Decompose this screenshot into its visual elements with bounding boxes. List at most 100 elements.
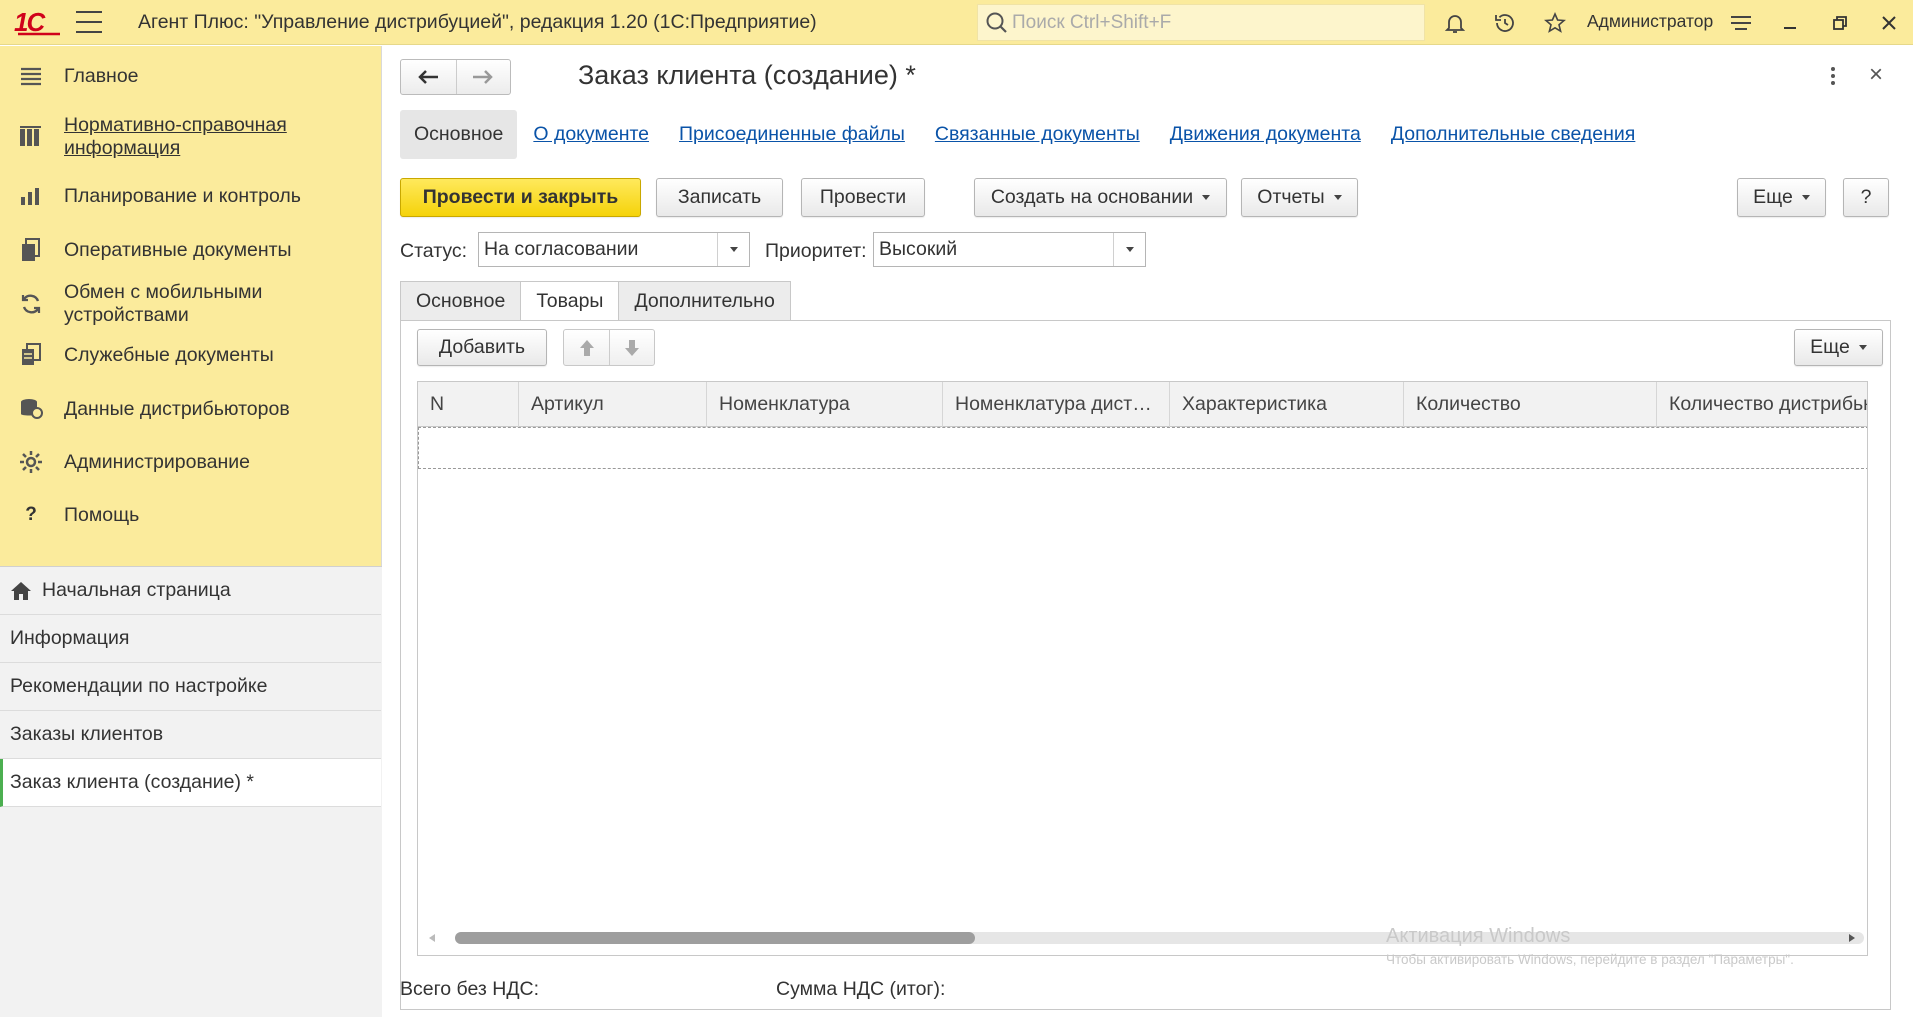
open-window-info[interactable]: Информация bbox=[0, 615, 381, 663]
more-actions-icon[interactable] bbox=[1823, 64, 1843, 88]
open-windows-list: Начальная страница Информация Рекомендац… bbox=[0, 566, 382, 1017]
open-window-customer-order-new[interactable]: Заказ клиента (создание) * bbox=[0, 759, 381, 807]
sidebar-item-service-docs[interactable]: Служебные документы bbox=[0, 335, 382, 375]
bell-icon[interactable] bbox=[1440, 8, 1470, 38]
open-window-home[interactable]: Начальная страница bbox=[0, 567, 381, 615]
form-tabs: Основное Товары Дополнительно bbox=[400, 281, 791, 321]
sidebar-item-label: Администрирование bbox=[64, 450, 250, 473]
section-main[interactable]: Основное bbox=[400, 109, 518, 159]
goods-tab-panel: Добавить Еще N Артикул Номенклатура Номе… bbox=[400, 320, 1891, 1010]
sync-icon bbox=[18, 291, 44, 317]
chevron-down-icon[interactable] bbox=[717, 233, 749, 266]
status-label: Статус: bbox=[400, 240, 468, 262]
document-sections-nav: Основное О документе Присоединенные файл… bbox=[400, 109, 1665, 159]
documents-icon bbox=[18, 237, 44, 263]
sidebar-item-planning[interactable]: Планирование и контроль bbox=[0, 176, 382, 216]
1c-logo-icon[interactable]: 1С bbox=[14, 7, 62, 37]
column-header-distributor-nomenclature[interactable]: Номенклатура дист… bbox=[943, 382, 1170, 427]
column-header-nomenclature[interactable]: Номенклатура bbox=[707, 382, 943, 427]
priority-select[interactable]: Высокий bbox=[873, 232, 1146, 267]
sidebar-item-label: Данные дистрибьюторов bbox=[64, 397, 290, 420]
books-icon bbox=[18, 124, 44, 150]
star-icon[interactable] bbox=[1540, 8, 1570, 38]
history-nav bbox=[400, 59, 511, 95]
user-name[interactable]: Администратор bbox=[1587, 11, 1713, 32]
create-based-on-button[interactable]: Создать на основании bbox=[974, 178, 1227, 217]
close-form-icon[interactable]: × bbox=[1863, 61, 1889, 88]
move-down-icon[interactable] bbox=[609, 330, 654, 365]
priority-label: Приоритет: bbox=[765, 240, 867, 262]
menu-lines-icon bbox=[18, 63, 44, 89]
sidebar-item-administration[interactable]: Администрирование bbox=[0, 442, 382, 482]
sidebar-item-help[interactable]: ? Помощь bbox=[0, 495, 382, 535]
chevron-down-icon[interactable] bbox=[1113, 233, 1145, 266]
search-input[interactable]: Поиск Ctrl+Shift+F bbox=[977, 4, 1425, 41]
section-related-documents[interactable]: Связанные документы bbox=[935, 123, 1140, 146]
create-based-on-label: Создать на основании bbox=[990, 186, 1194, 208]
sidebar-item-reference-info[interactable]: Нормативно-справочная информация bbox=[0, 111, 382, 163]
column-header-characteristic[interactable]: Характеристика bbox=[1170, 382, 1404, 427]
status-select[interactable]: На согласовании bbox=[478, 232, 750, 267]
move-up-icon[interactable] bbox=[564, 330, 609, 365]
sidebar-item-label: Планирование и контроль bbox=[64, 184, 301, 207]
table-more-label: Еще bbox=[1810, 336, 1850, 358]
post-button[interactable]: Провести bbox=[801, 178, 925, 217]
section-document-movements[interactable]: Движения документа bbox=[1170, 123, 1361, 146]
main-menu-icon[interactable] bbox=[76, 11, 102, 33]
column-header-quantity[interactable]: Количество bbox=[1404, 382, 1657, 427]
home-icon bbox=[10, 581, 32, 601]
sidebar-item-label: Служебные документы bbox=[64, 343, 274, 366]
tab-additional[interactable]: Дополнительно bbox=[618, 281, 791, 321]
open-window-label: Рекомендации по настройке bbox=[10, 675, 268, 697]
question-icon: ? bbox=[25, 504, 37, 525]
post-and-close-button[interactable]: Провести и закрыть bbox=[400, 178, 641, 217]
open-window-recommendations[interactable]: Рекомендации по настройке bbox=[0, 663, 381, 711]
priority-value: Высокий bbox=[879, 238, 958, 260]
sidebar-item-mobile-exchange[interactable]: Обмен с мобильными устройствами bbox=[0, 278, 382, 330]
chevron-down-icon bbox=[1858, 345, 1867, 350]
service-docs-icon bbox=[18, 342, 44, 368]
open-window-customer-orders[interactable]: Заказы клиентов bbox=[0, 711, 381, 759]
more-button[interactable]: Еще bbox=[1737, 178, 1826, 217]
minimize-icon[interactable] bbox=[1774, 8, 1806, 38]
tab-main[interactable]: Основное bbox=[400, 281, 522, 321]
document-form: Заказ клиента (создание) * × Основное О … bbox=[383, 46, 1913, 1017]
chevron-down-icon bbox=[1333, 195, 1342, 200]
tab-goods[interactable]: Товары bbox=[520, 281, 620, 321]
sidebar-item-label: Помощь bbox=[64, 503, 140, 526]
reports-button[interactable]: Отчеты bbox=[1241, 178, 1358, 217]
forward-arrow-icon[interactable] bbox=[455, 60, 511, 94]
close-window-icon[interactable] bbox=[1873, 8, 1905, 38]
back-arrow-icon[interactable] bbox=[401, 60, 456, 94]
scrollbar-thumb[interactable] bbox=[455, 932, 975, 944]
sidebar-item-operational-docs[interactable]: Оперативные документы bbox=[0, 230, 382, 270]
restore-icon[interactable] bbox=[1824, 8, 1856, 38]
column-header-distributor-quantity[interactable]: Количество дистрибьютора bbox=[1657, 382, 1867, 427]
sidebar-item-label: Оперативные документы bbox=[64, 238, 292, 261]
sidebar-item-label: Нормативно-справочная информация bbox=[64, 114, 287, 159]
table-more-button[interactable]: Еще bbox=[1794, 329, 1883, 366]
sidebar-item-main[interactable]: Главное bbox=[0, 56, 382, 96]
section-additional-info[interactable]: Дополнительные сведения bbox=[1391, 123, 1636, 146]
scroll-left-icon[interactable] bbox=[424, 930, 440, 946]
sidebar-item-distributor-data[interactable]: Данные дистрибьюторов bbox=[0, 389, 382, 429]
column-header-article[interactable]: Артикул bbox=[519, 382, 707, 427]
app-title: Агент Плюс: "Управление дистрибуцией", р… bbox=[138, 10, 817, 33]
section-about-document[interactable]: О документе bbox=[533, 123, 649, 146]
settings-lines-icon[interactable] bbox=[1725, 8, 1757, 38]
row-move-buttons bbox=[563, 329, 655, 366]
column-header-n[interactable]: N bbox=[418, 382, 519, 427]
save-button[interactable]: Записать bbox=[656, 178, 783, 217]
search-placeholder: Поиск Ctrl+Shift+F bbox=[1012, 11, 1172, 33]
page-title: Заказ клиента (создание) * bbox=[578, 60, 916, 90]
table-row[interactable] bbox=[418, 427, 1867, 469]
section-attached-files[interactable]: Присоединенные файлы bbox=[679, 123, 905, 146]
scroll-right-icon[interactable] bbox=[1844, 930, 1860, 946]
bar-chart-icon bbox=[18, 183, 44, 209]
history-icon[interactable] bbox=[1490, 8, 1520, 38]
svg-text:1С: 1С bbox=[14, 7, 46, 37]
add-row-button[interactable]: Добавить bbox=[417, 329, 547, 366]
help-button[interactable]: ? bbox=[1843, 178, 1889, 217]
gear-icon bbox=[18, 449, 44, 475]
chevron-down-icon bbox=[1801, 195, 1810, 200]
